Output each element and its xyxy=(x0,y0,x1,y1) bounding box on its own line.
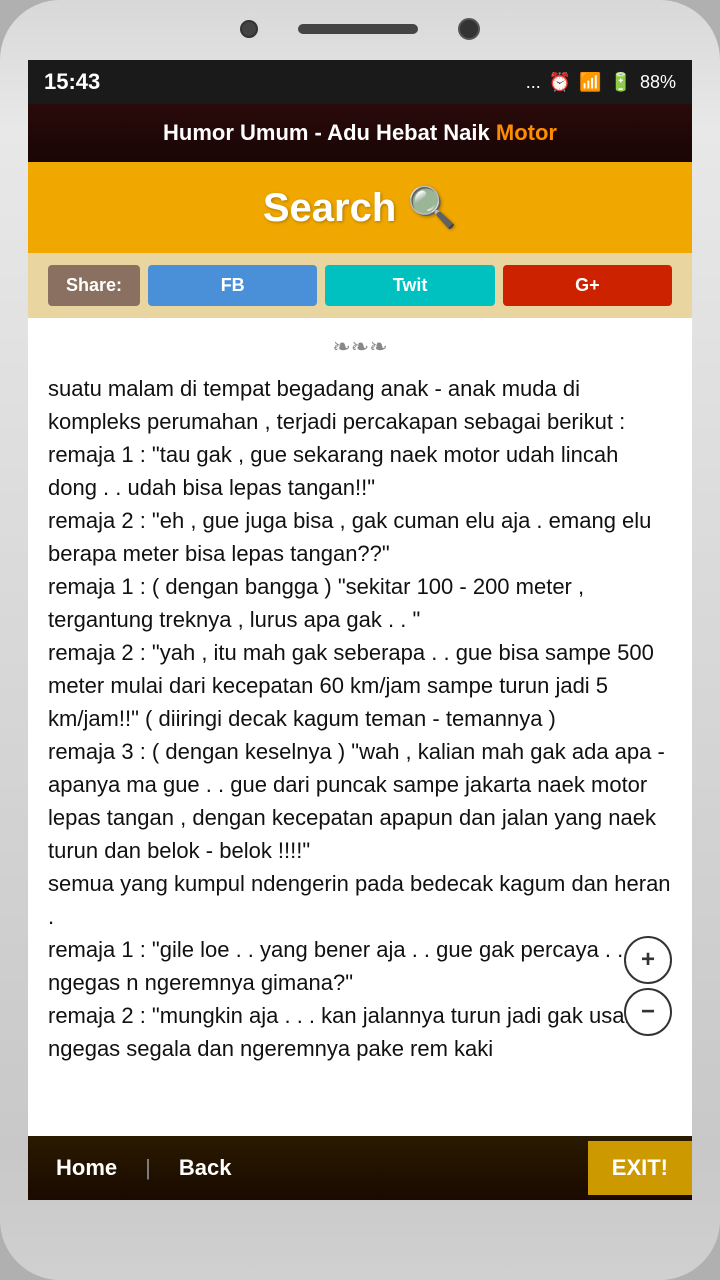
front-camera xyxy=(240,20,258,38)
search-bar[interactable]: Search 🔍 xyxy=(28,162,692,253)
share-bar: Share: FB Twit G+ xyxy=(28,253,692,318)
zoom-in-button[interactable]: + xyxy=(624,936,672,984)
speaker xyxy=(298,24,418,34)
status-right: ... ⏰ 📶 🔋 88% xyxy=(526,72,676,93)
title-text-before: Humor Umum - Adu Hebat Naik xyxy=(163,120,496,145)
title-highlight: Motor xyxy=(496,120,557,145)
exit-button[interactable]: EXIT! xyxy=(588,1141,692,1195)
home-button[interactable]: Home xyxy=(28,1155,145,1181)
status-time: 15:43 xyxy=(44,69,100,95)
share-gplus-button[interactable]: G+ xyxy=(503,265,672,306)
camera-icon xyxy=(458,18,480,40)
ornament-decoration: ❧❧❧ xyxy=(48,334,672,360)
alarm-icon: ⏰ xyxy=(549,72,571,93)
signal-icon: 📶 xyxy=(579,72,601,93)
title-bar: Humor Umum - Adu Hebat Naik Motor xyxy=(28,104,692,162)
battery-level: 88% xyxy=(640,72,676,93)
page-title: Humor Umum - Adu Hebat Naik Motor xyxy=(163,120,557,145)
share-twitter-button[interactable]: Twit xyxy=(325,265,494,306)
search-label: Search 🔍 xyxy=(263,186,457,230)
status-dots: ... xyxy=(526,72,541,93)
back-button[interactable]: Back xyxy=(151,1155,260,1181)
content-area: ❧❧❧ suatu malam di tempat begadang anak … xyxy=(28,318,692,1136)
share-label: Share: xyxy=(48,265,140,306)
status-bar: 15:43 ... ⏰ 📶 🔋 88% xyxy=(28,60,692,104)
battery-icon: 🔋 xyxy=(610,72,632,93)
share-fb-button[interactable]: FB xyxy=(148,265,317,306)
zoom-controls: + − xyxy=(624,936,672,1036)
bottom-bar: Home | Back EXIT! xyxy=(28,1136,692,1200)
joke-content: suatu malam di tempat begadang anak - an… xyxy=(48,372,672,1065)
zoom-out-button[interactable]: − xyxy=(624,988,672,1036)
